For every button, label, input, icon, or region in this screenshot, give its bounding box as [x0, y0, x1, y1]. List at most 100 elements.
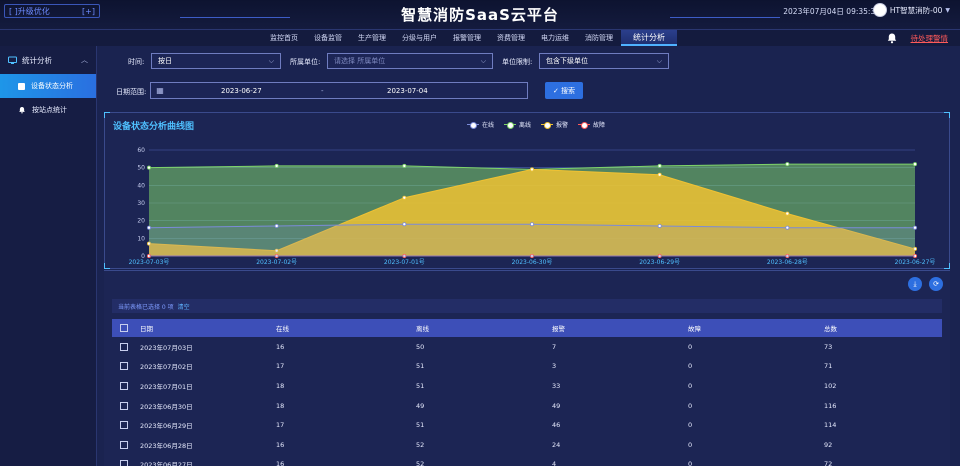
date-end: 2023-07-04 [387, 86, 428, 95]
y-tick-label: 50 [137, 165, 145, 172]
search-button[interactable]: ✓ 搜索 [545, 82, 583, 99]
table-cell: 51 [416, 421, 425, 430]
data-point [657, 223, 662, 228]
x-tick-label: 2023-06-27号 [895, 259, 936, 266]
data-point [657, 172, 662, 177]
data-point [274, 163, 279, 168]
nav-item[interactable]: 消防管理 [577, 30, 621, 46]
table-cell: 4 [552, 460, 557, 466]
bell-icon [19, 107, 25, 114]
table-cell: 92 [824, 440, 833, 449]
brand-decoration-left [180, 10, 290, 18]
data-point [402, 222, 407, 227]
table-cell: 2023年07月01日 [140, 382, 193, 391]
row-checkbox[interactable] [120, 421, 128, 430]
clear-selection-link[interactable]: 清空 [178, 302, 190, 311]
nav-item[interactable]: 报警管理 [445, 30, 489, 46]
column-header[interactable]: 日期 [140, 319, 276, 337]
user-menu[interactable]: HT智慧消防-00 ▼ [872, 3, 950, 17]
table-row[interactable]: 2023年06月30日 18 49 49 0 116 [112, 396, 942, 416]
table-cell: 52 [416, 440, 425, 449]
table-cell: 0 [688, 401, 693, 410]
refresh-button[interactable]: ⟳ [929, 277, 943, 291]
selection-count: 当前表格已选择 0 项 [118, 303, 174, 311]
chart-panel: 设备状态分析曲线图 在线 离线 报警 故障 0 10 20 30 40 50 60 2023-07-… [104, 112, 950, 269]
x-tick-label: 2023-07-02号 [256, 259, 297, 266]
time-select[interactable]: 按日 ⌵ [151, 53, 281, 69]
select-all-checkbox[interactable] [120, 324, 128, 332]
table-cell: 2023年06月27日 [140, 461, 193, 466]
pending-alarms-link[interactable]: 待处理警情 [911, 33, 949, 44]
row-checkbox[interactable] [120, 342, 128, 351]
limit-select-value: 包含下级单位 [546, 57, 588, 65]
calendar-icon: ▦ [156, 86, 164, 95]
x-tick-label: 2023-07-01号 [384, 259, 425, 266]
chevron-down-icon: ⌵ [268, 56, 274, 65]
data-point [529, 167, 534, 172]
nav-item[interactable]: 设备监管 [306, 30, 350, 46]
chart-canvas: 01020304050602023-07-03号 2023-07-02号 2023-… [129, 147, 936, 266]
nav-item[interactable]: 分级与用户 [394, 30, 445, 46]
table-cell: 114 [824, 421, 837, 430]
unit-select[interactable]: 请选择 所属单位 ⌵ [327, 53, 493, 69]
download-button[interactable]: ⤓ [908, 277, 922, 291]
data-point [274, 223, 279, 228]
nav-item[interactable]: 资费管理 [489, 30, 533, 46]
column-header[interactable]: 总数 [824, 319, 942, 337]
table-row[interactable]: 2023年07月01日 18 51 33 0 102 [112, 376, 942, 396]
chevron-up-icon: ︿ [81, 56, 88, 64]
column-header[interactable]: 故障 [688, 319, 824, 337]
sidebar-item-site-stats[interactable]: 按站点统计 [0, 98, 96, 122]
nav-item[interactable]: 监控首页 [262, 30, 306, 46]
avatar [872, 3, 887, 17]
unit-label: 所属单位: [290, 58, 321, 66]
date-start: 2023-06-27 [221, 86, 262, 95]
limit-label: 单位限制: [502, 58, 533, 66]
table-row[interactable]: 2023年06月27日 16 52 4 0 72 [112, 455, 942, 466]
table-row[interactable]: 2023年06月28日 16 52 24 0 92 [112, 435, 942, 455]
data-point [147, 165, 152, 170]
nav-item[interactable]: 生产管理 [350, 30, 394, 46]
row-checkbox[interactable] [120, 381, 128, 390]
table-cell: 0 [688, 460, 693, 466]
table-cell: 17 [276, 421, 285, 430]
table-cell: 16 [276, 440, 285, 449]
data-point [913, 225, 918, 230]
data-point [529, 222, 534, 227]
column-header[interactable]: 在线 [276, 319, 416, 337]
bell-icon[interactable] [886, 32, 898, 44]
table-cell: 2023年06月29日 [140, 422, 193, 431]
row-checkbox[interactable] [120, 440, 128, 449]
row-checkbox[interactable] [120, 401, 128, 410]
row-checkbox[interactable] [120, 460, 128, 466]
nav-item[interactable]: 电力运维 [533, 30, 577, 46]
table-row[interactable]: 2023年07月02日 17 51 3 0 71 [112, 357, 942, 377]
table-cell: 0 [688, 362, 693, 371]
nav-item[interactable]: 统计分析 [621, 30, 677, 46]
series-area [149, 224, 915, 256]
column-header[interactable]: 报警 [552, 319, 688, 337]
table-cell: 116 [824, 401, 837, 410]
data-point [402, 195, 407, 200]
upgrade-button[interactable]: [ ]升级优化 [+] [4, 4, 100, 18]
x-tick-label: 2023-06-28号 [767, 259, 808, 266]
data-point [657, 163, 662, 168]
table-row[interactable]: 2023年07月03日 16 50 7 0 73 [112, 337, 942, 357]
sidebar-item-device-status[interactable]: 设备状态分析 [0, 74, 96, 98]
table-cell: 102 [824, 381, 837, 390]
chevron-down-icon: ▼ [945, 6, 950, 14]
table-cell: 0 [688, 421, 693, 430]
row-checkbox[interactable] [120, 362, 128, 371]
date-range-picker[interactable]: ▦ 2023-06-27 - 2023-07-04 [150, 82, 528, 99]
limit-select[interactable]: 包含下级单位 ⌵ [539, 53, 669, 69]
main-nav: 监控首页 设备监管 生产管理 分级与用户 报警管理 资费管理 电力运维 消防管理 统计分析 待处… [0, 30, 960, 46]
column-header[interactable]: 离线 [416, 319, 552, 337]
user-name: HT智慧消防-00 [889, 5, 943, 15]
table-row[interactable]: 2023年06月29日 17 51 46 0 114 [112, 415, 942, 435]
square-icon [18, 82, 25, 90]
data-point [785, 211, 790, 216]
table-cell: 49 [416, 401, 425, 410]
table-header-row: 日期 在线 离线 报警 故障 总数 [112, 319, 942, 337]
data-point [913, 162, 918, 167]
sidebar-group-stats[interactable]: 统计分析 ︿ [0, 46, 96, 74]
